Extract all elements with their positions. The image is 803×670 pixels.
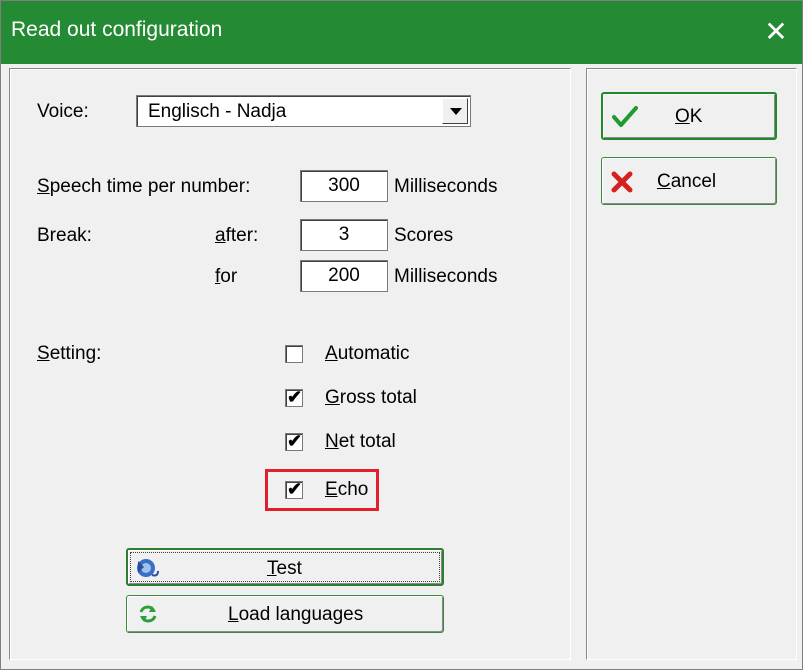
- voice-select-value: Englisch - Nadja: [148, 101, 287, 122]
- speech-time-unit: Milliseconds: [394, 176, 498, 197]
- speech-time-label: Speech time per number:: [37, 176, 251, 197]
- net-total-checkbox[interactable]: ✔: [285, 431, 303, 451]
- net-total-label[interactable]: Net total: [325, 431, 396, 453]
- ok-button[interactable]: OK: [601, 92, 777, 140]
- speech-time-input[interactable]: 300: [300, 170, 388, 202]
- break-after-unit: Scores: [394, 225, 454, 246]
- voice-label: Voice:: [37, 101, 89, 122]
- gross-total-label[interactable]: Gross total: [325, 387, 417, 409]
- dialog-window: Read out configuration ✕ Voice: Englisch…: [0, 0, 803, 670]
- ok-button-label: OK: [675, 106, 703, 127]
- checkmark-icon: [612, 106, 638, 127]
- break-after-label: after:: [215, 225, 259, 246]
- cancel-button-label: Cancel: [657, 171, 717, 192]
- red-x-icon: [611, 171, 633, 193]
- gross-total-checkbox[interactable]: ✔: [285, 387, 303, 407]
- speaker-icon: [137, 559, 159, 577]
- echo-highlight-box: [265, 469, 379, 511]
- break-for-label: for: [215, 266, 238, 287]
- break-for-input[interactable]: 200: [300, 260, 388, 292]
- test-button-label: Test: [267, 558, 302, 579]
- break-for-unit: Milliseconds: [394, 266, 498, 287]
- voice-select[interactable]: Englisch - Nadja: [136, 95, 471, 127]
- break-after-input[interactable]: 3: [300, 219, 388, 251]
- title-bar: Read out configuration ✕: [0, 0, 803, 64]
- load-languages-button[interactable]: Load languages: [126, 595, 444, 633]
- chevron-down-icon[interactable]: [442, 98, 468, 124]
- close-icon[interactable]: ✕: [756, 12, 796, 52]
- checkmark-icon: ✔: [287, 431, 303, 451]
- window-title: Read out configuration: [11, 18, 223, 41]
- checkmark-icon: ✔: [287, 387, 303, 407]
- test-button[interactable]: Test: [126, 548, 444, 586]
- load-languages-label: Load languages: [228, 604, 364, 625]
- setting-label: Setting:: [37, 343, 102, 364]
- break-label: Break:: [37, 225, 92, 246]
- automatic-checkbox[interactable]: [285, 345, 303, 363]
- automatic-label[interactable]: Automatic: [325, 343, 410, 365]
- cancel-button[interactable]: Cancel: [601, 157, 777, 205]
- refresh-icon: [139, 605, 157, 623]
